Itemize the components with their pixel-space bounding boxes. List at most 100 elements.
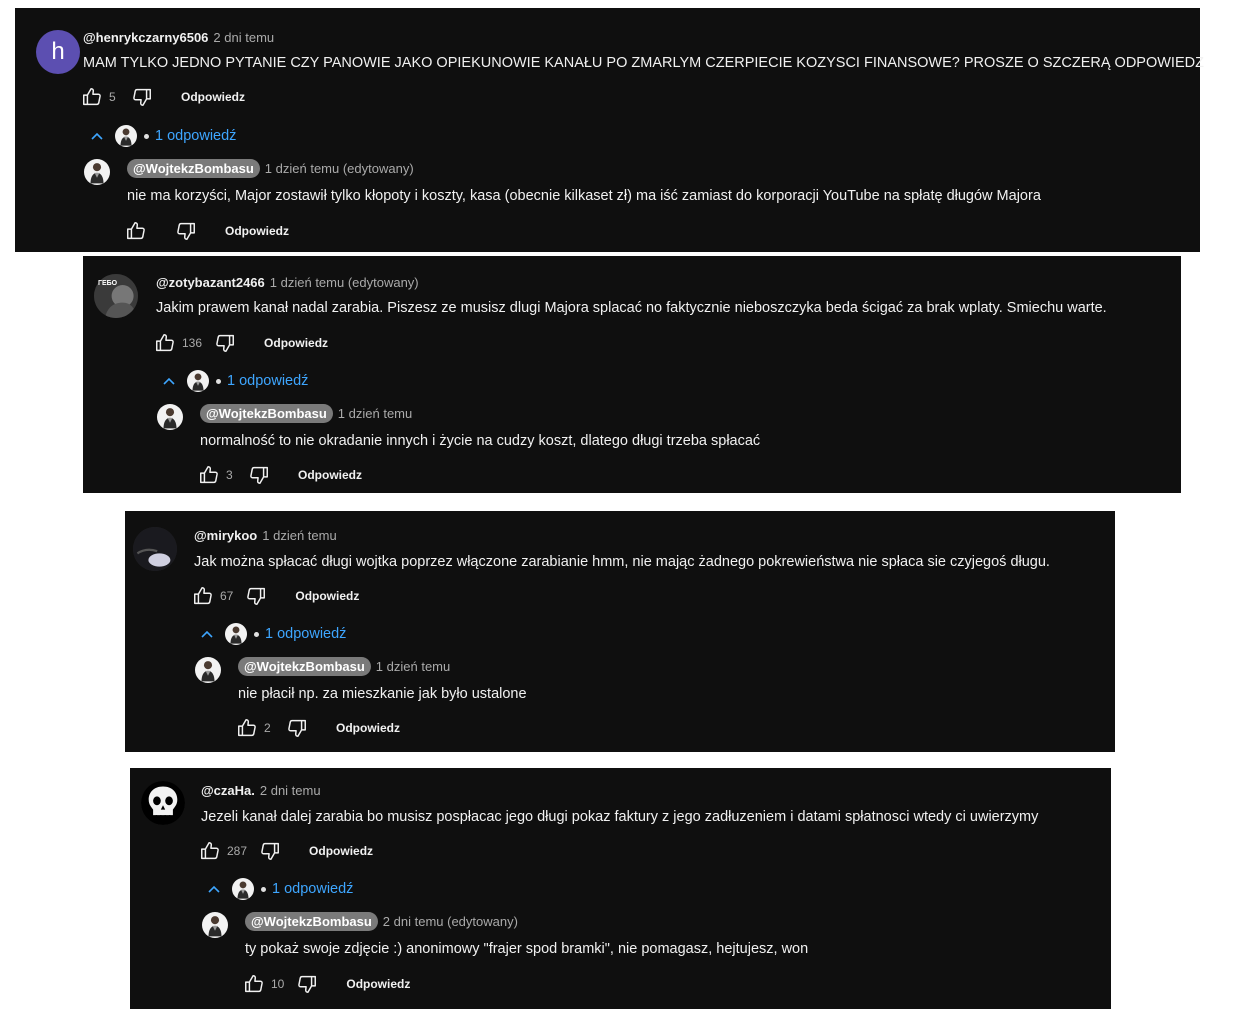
comment-thread-1: h @henrykczarny6506 2 dni temu MAM TYLKO…	[15, 8, 1204, 252]
reply-header: @WojtekzBombasu 2 dni temu (edytowany)	[245, 912, 518, 931]
dislike-icon[interactable]	[286, 717, 308, 739]
avatar	[225, 623, 247, 645]
separator-dot	[144, 133, 149, 139]
like-icon[interactable]	[192, 585, 214, 607]
replies-toggle[interactable]: 1 odpowiedź	[206, 878, 353, 900]
replies-toggle[interactable]: 1 odpowiedź	[89, 125, 236, 147]
comment-time[interactable]: 2 dni temu	[213, 30, 274, 45]
replies-count: 1 odpowiedź	[155, 128, 237, 144]
avatar	[187, 370, 209, 392]
comment-actions: 67 Odpowiedz	[192, 583, 359, 609]
reply-button[interactable]: Odpowiedz	[264, 336, 328, 350]
comment-text: Jakim prawem kanał nadal zarabia. Piszes…	[156, 300, 1107, 316]
avatar-label: ГЕБО	[98, 280, 118, 287]
replies-count: 1 odpowiedź	[265, 626, 347, 642]
dislike-icon[interactable]	[214, 332, 236, 354]
comment-time[interactable]: 1 dzień temu (edytowany)	[270, 275, 419, 290]
separator-dot	[216, 378, 221, 384]
reply-actions: 2 Odpowiedz	[236, 715, 400, 741]
reply-header: @WojtekzBombasu 1 dzień temu	[200, 404, 412, 423]
comment-author[interactable]: @zotybazant2466	[156, 275, 265, 290]
avatar	[115, 125, 137, 147]
replies-count: 1 odpowiedź	[227, 373, 309, 389]
reply-button[interactable]: Odpowiedz	[346, 977, 410, 991]
reply-text: nie ma korzyści, Major zostawił tylko kł…	[127, 188, 1041, 204]
chevron-up-icon	[199, 626, 215, 642]
avatar[interactable]	[133, 527, 177, 571]
like-count: 5	[109, 90, 116, 104]
comment-author[interactable]: @czaHa.	[201, 783, 255, 798]
reply-time[interactable]: 2 dni temu (edytowany)	[383, 914, 518, 929]
avatar[interactable]	[202, 912, 228, 938]
dislike-icon[interactable]	[175, 220, 197, 242]
avatar	[232, 878, 254, 900]
reply-author[interactable]: @WojtekzBombasu	[238, 657, 371, 676]
like-icon[interactable]	[154, 332, 176, 354]
reply-header: @WojtekzBombasu 1 dzień temu	[238, 657, 450, 676]
replies-count: 1 odpowiedź	[272, 881, 354, 897]
dislike-icon[interactable]	[131, 86, 153, 108]
comment-actions: 287 Odpowiedz	[199, 838, 373, 864]
chevron-up-icon	[206, 881, 222, 897]
separator-dot	[261, 886, 266, 892]
like-count: 136	[182, 336, 203, 350]
like-icon[interactable]	[236, 717, 258, 739]
like-icon[interactable]	[243, 973, 265, 995]
comment-thread-4: @czaHa. 2 dni temu Jezeli kanał dalej za…	[130, 768, 1111, 1009]
reply-author[interactable]: @WojtekzBombasu	[200, 404, 333, 423]
reply-text: nie płacił np. za mieszkanie jak było us…	[238, 686, 527, 702]
avatar[interactable]	[195, 657, 221, 683]
reply-text: ty pokaż swoje zdjęcie :) anonimowy "fra…	[245, 941, 809, 957]
comment-author[interactable]: @mirykoo	[194, 528, 257, 543]
like-count: 3	[226, 468, 233, 482]
avatar[interactable]: h	[36, 30, 80, 74]
reply-actions: 10 Odpowiedz	[243, 971, 410, 997]
replies-toggle[interactable]: 1 odpowiedź	[161, 370, 308, 392]
comment-header: @mirykoo 1 dzień temu	[194, 528, 337, 543]
dislike-icon[interactable]	[259, 840, 281, 862]
like-count: 287	[227, 844, 248, 858]
comment-author[interactable]: @henrykczarny6506	[83, 30, 208, 45]
comment-header: @czaHa. 2 dni temu	[201, 783, 321, 798]
reply-author[interactable]: @WojtekzBombasu	[127, 159, 260, 178]
reply-button[interactable]: Odpowiedz	[295, 589, 359, 603]
like-count: 2	[264, 721, 271, 735]
like-icon[interactable]	[81, 86, 103, 108]
reply-time[interactable]: 1 dzień temu	[338, 406, 412, 421]
dislike-icon[interactable]	[245, 585, 267, 607]
like-icon[interactable]	[198, 464, 220, 486]
like-icon[interactable]	[125, 220, 147, 242]
reply-text: normalność to nie okradanie innych i życ…	[200, 433, 761, 449]
avatar[interactable]	[141, 781, 185, 825]
reply-header: @WojtekzBombasu 1 dzień temu (edytowany)	[127, 159, 414, 178]
reply-time[interactable]: 1 dzień temu	[376, 659, 450, 674]
comment-time[interactable]: 1 dzień temu	[262, 528, 336, 543]
comment-header: @henrykczarny6506 2 dni temu	[83, 30, 274, 45]
comment-thread-2: ГЕБО @zotybazant2466 1 dzień temu (edyto…	[83, 256, 1181, 493]
like-icon[interactable]	[199, 840, 221, 862]
dislike-icon[interactable]	[248, 464, 270, 486]
reply-button[interactable]: Odpowiedz	[225, 224, 289, 238]
like-count: 10	[271, 977, 285, 991]
reply-author[interactable]: @WojtekzBombasu	[245, 912, 378, 931]
chevron-up-icon	[89, 128, 105, 144]
dislike-icon[interactable]	[296, 973, 318, 995]
avatar[interactable]	[157, 404, 183, 430]
reply-actions: 3 Odpowiedz	[198, 462, 362, 488]
comment-time[interactable]: 2 dni temu	[260, 783, 321, 798]
comment-actions: 136 Odpowiedz	[154, 330, 328, 356]
reply-time[interactable]: 1 dzień temu (edytowany)	[265, 161, 414, 176]
reply-button[interactable]: Odpowiedz	[309, 844, 373, 858]
reply-button[interactable]: Odpowiedz	[336, 721, 400, 735]
reply-button[interactable]: Odpowiedz	[181, 90, 245, 104]
comment-thread-3: @mirykoo 1 dzień temu Jak można spłacać …	[125, 511, 1115, 752]
separator-dot	[254, 631, 259, 637]
comment-actions: 5 Odpowiedz	[81, 84, 245, 110]
comment-header: @zotybazant2466 1 dzień temu (edytowany)	[156, 275, 419, 290]
like-count: 67	[220, 589, 234, 603]
reply-button[interactable]: Odpowiedz	[298, 468, 362, 482]
comment-text: Jezeli kanał dalej zarabia bo musisz pos…	[201, 809, 1039, 825]
avatar[interactable]	[84, 159, 110, 185]
replies-toggle[interactable]: 1 odpowiedź	[199, 623, 346, 645]
comment-text: MAM TYLKO JEDNO PYTANIE CZY PANOWIE JAKO…	[83, 55, 1204, 71]
